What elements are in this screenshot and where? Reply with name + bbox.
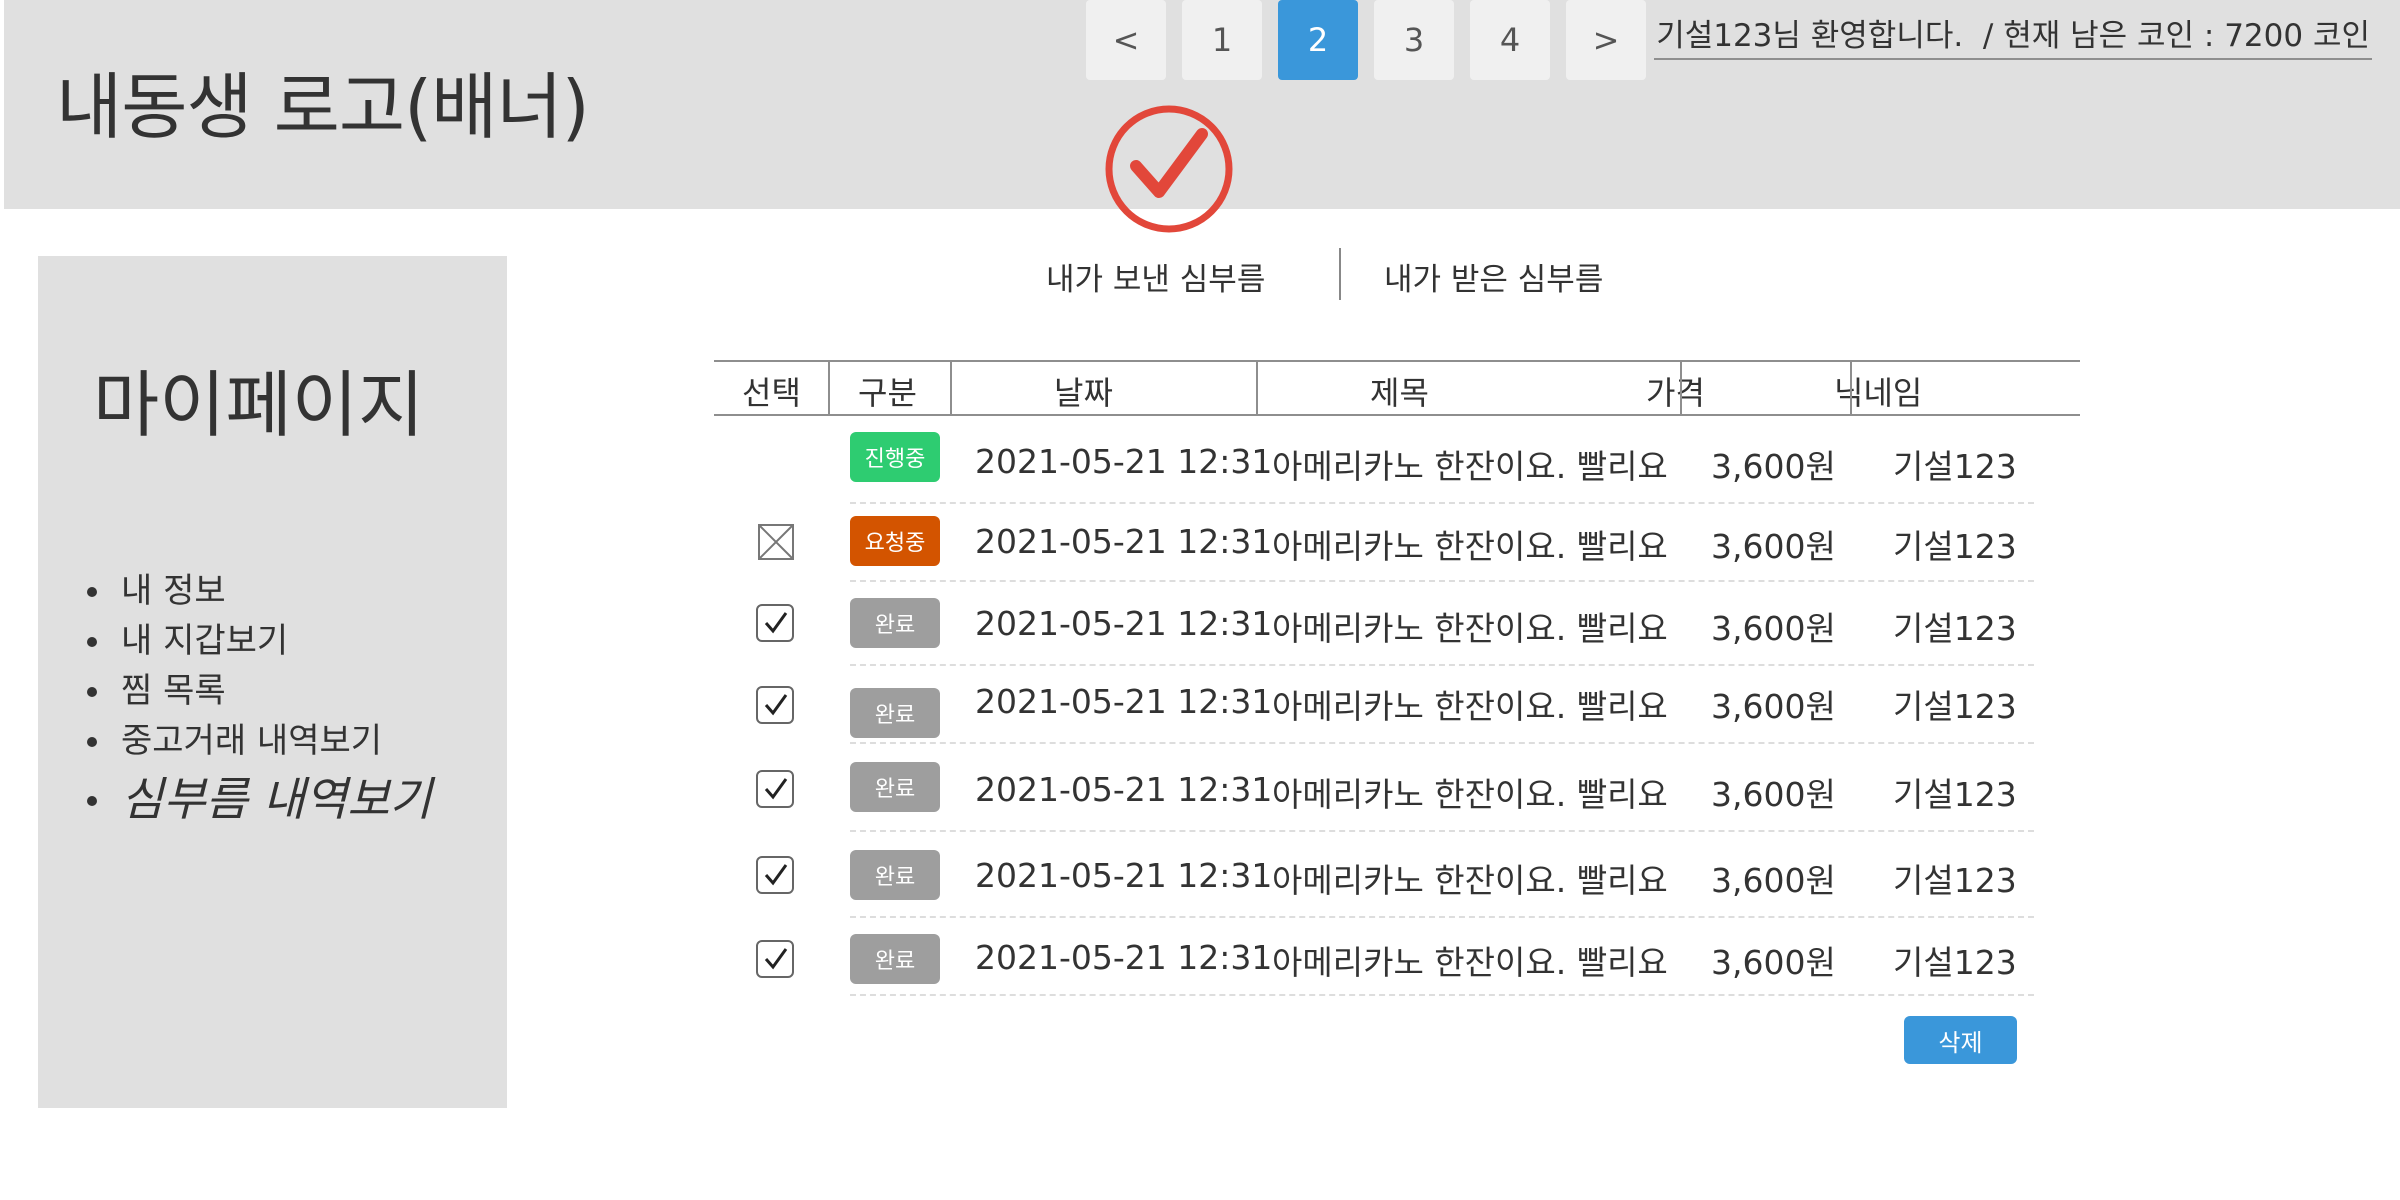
- row-nickname: 기설123: [1893, 775, 2017, 814]
- row-divider: [850, 580, 2034, 582]
- header-divider: [1850, 362, 1852, 414]
- page-button-1[interactable]: 1: [1182, 0, 1262, 80]
- row-title[interactable]: 아메리카노 한잔이요. 빨리요: [1272, 602, 1668, 650]
- row-price: 3,600원: [1711, 447, 1836, 486]
- row-title[interactable]: 아메리카노 한잔이요. 빨리요: [1272, 680, 1668, 728]
- next-page-button[interactable]: >: [1566, 0, 1646, 80]
- status-badge: 요청중: [850, 516, 940, 566]
- row-checkbox[interactable]: [756, 604, 794, 642]
- row-checkbox[interactable]: [756, 770, 794, 808]
- logo[interactable]: 내동생 로고(배너): [56, 48, 590, 153]
- row-date: 2021-05-21 12:31: [975, 682, 1273, 721]
- header-divider: [950, 362, 952, 414]
- page-button-4[interactable]: 4: [1470, 0, 1550, 80]
- row-price: 3,600원: [1711, 943, 1836, 982]
- row-divider: [850, 994, 2034, 996]
- status-badge: 진행중: [850, 432, 940, 482]
- tab-received-errands[interactable]: 내가 받은 심부름: [1384, 254, 1603, 299]
- row-checkbox[interactable]: [756, 940, 794, 978]
- check-circle-icon: [1105, 105, 1233, 233]
- row-date: 2021-05-21 12:31: [975, 604, 1273, 643]
- row-title[interactable]: 아메리카노 한잔이요. 빨리요: [1272, 854, 1668, 902]
- checkmark-icon: [764, 778, 788, 800]
- table-row[interactable]: 완료 2021-05-21 12:31 아메리카노 한잔이요. 빨리요 3,60…: [0, 838, 2400, 918]
- row-divider: [850, 664, 2034, 666]
- table-row[interactable]: 완료 2021-05-21 12:31 아메리카노 한잔이요. 빨리요 3,60…: [0, 922, 2400, 1002]
- row-nickname: 기설123: [1893, 861, 2017, 900]
- row-nickname: 기설123: [1893, 609, 2017, 648]
- table-row[interactable]: 진행중 2021-05-21 12:31 아메리카노 한잔이요. 빨리요 3,6…: [0, 428, 2400, 508]
- table-row[interactable]: 완료 2021-05-21 12:31 아메리카노 한잔이요. 빨리요 3,60…: [0, 750, 2400, 832]
- row-date: 2021-05-21 12:31: [975, 856, 1273, 895]
- checkmark-icon: [764, 612, 788, 634]
- row-date: 2021-05-21 12:31: [975, 442, 1273, 481]
- checkmark-icon: [764, 948, 788, 970]
- header-title: 제목: [1370, 374, 1429, 412]
- row-price: 3,600원: [1711, 861, 1836, 900]
- table-row[interactable]: 완료 2021-05-21 12:31 아메리카노 한잔이요. 빨리요 3,60…: [0, 670, 2400, 750]
- row-divider: [850, 502, 2034, 504]
- header-category: 구분: [858, 374, 917, 412]
- header-divider: [828, 362, 830, 414]
- header-price: 가격: [1646, 374, 1705, 412]
- row-nickname: 기설123: [1893, 447, 2017, 486]
- row-divider: [850, 916, 2034, 918]
- row-price: 3,600원: [1711, 609, 1836, 648]
- row-price: 3,600원: [1711, 527, 1836, 566]
- row-title[interactable]: 아메리카노 한잔이요. 빨리요: [1272, 440, 1668, 488]
- checkmark-icon: [764, 694, 788, 716]
- row-divider: [850, 742, 2034, 744]
- errand-tabs: 내가 보낸 심부름 내가 받은 심부름: [1000, 248, 1660, 300]
- checkmark-icon: [764, 864, 788, 886]
- header-select: 선택: [742, 374, 801, 412]
- header-nickname: 닉네임: [1834, 374, 1923, 412]
- row-date: 2021-05-21 12:31: [975, 522, 1273, 561]
- row-nickname: 기설123: [1893, 943, 2017, 982]
- table-row[interactable]: 요청중 2021-05-21 12:31 아메리카노 한잔이요. 빨리요 3,6…: [0, 508, 2400, 588]
- table-row[interactable]: 완료 2021-05-21 12:31 아메리카노 한잔이요. 빨리요 3,60…: [0, 590, 2400, 670]
- prev-page-button[interactable]: <: [1086, 0, 1166, 80]
- row-date: 2021-05-21 12:31: [975, 938, 1273, 977]
- row-title[interactable]: 아메리카노 한잔이요. 빨리요: [1272, 520, 1668, 568]
- row-price: 3,600원: [1711, 687, 1836, 726]
- status-badge: 완료: [850, 688, 940, 738]
- row-title[interactable]: 아메리카노 한잔이요. 빨리요: [1272, 768, 1668, 816]
- header-date: 날짜: [1054, 374, 1113, 412]
- status-badge: 완료: [850, 934, 940, 984]
- row-nickname: 기설123: [1893, 687, 2017, 726]
- row-nickname: 기설123: [1893, 527, 2017, 566]
- row-divider: [850, 830, 2034, 832]
- welcome-message: 기설123님 환영합니다. / 현재 남은 코인 : 7200 코인: [1654, 6, 2372, 60]
- delete-button[interactable]: 삭제: [1904, 1016, 2017, 1064]
- status-badge: 완료: [850, 850, 940, 900]
- row-price: 3,600원: [1711, 775, 1836, 814]
- tab-divider: [1339, 248, 1341, 300]
- row-checkbox[interactable]: [756, 686, 794, 724]
- tab-sent-errands[interactable]: 내가 보낸 심부름: [1046, 254, 1265, 299]
- header-divider: [1680, 362, 1682, 414]
- row-date: 2021-05-21 12:31: [975, 770, 1273, 809]
- page-button-2[interactable]: 2: [1278, 0, 1358, 80]
- disabled-checkbox-icon[interactable]: [758, 524, 794, 560]
- status-badge: 완료: [850, 598, 940, 648]
- page-button-3[interactable]: 3: [1374, 0, 1454, 80]
- status-badge: 완료: [850, 762, 940, 812]
- row-checkbox[interactable]: [756, 856, 794, 894]
- table-header: 선택 구분 날짜 제목 가격 닉네임: [714, 360, 2080, 416]
- header-divider: [1256, 362, 1258, 414]
- row-title[interactable]: 아메리카노 한잔이요. 빨리요: [1272, 936, 1668, 984]
